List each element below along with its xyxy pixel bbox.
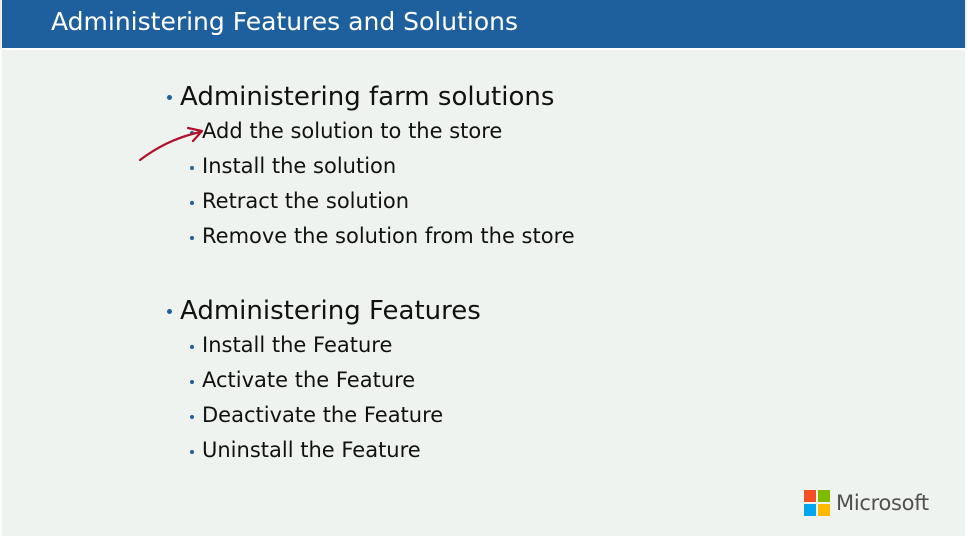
list-item: Activate the Feature bbox=[164, 363, 575, 398]
bullet-heading: Administering Features bbox=[164, 294, 575, 328]
title-bar: Administering Features and Solutions bbox=[2, 0, 965, 50]
logo-text: Microsoft bbox=[836, 491, 929, 515]
bullet-dot bbox=[167, 309, 172, 314]
slide-title: Administering Features and Solutions bbox=[51, 7, 519, 36]
microsoft-logo: Microsoft bbox=[804, 490, 929, 516]
bullet-list: Administering farm solutions Add the sol… bbox=[164, 80, 575, 468]
section-features: Administering Features Install the Featu… bbox=[164, 294, 575, 468]
bullet-heading-text: Administering Features bbox=[180, 296, 481, 326]
bullet-dot bbox=[190, 380, 194, 384]
list-item-text: Retract the solution bbox=[202, 189, 410, 213]
bullet-dot bbox=[190, 236, 194, 240]
list-item: Remove the solution from the store bbox=[164, 219, 575, 254]
bullet-dot bbox=[190, 450, 194, 454]
list-item-text: Activate the Feature bbox=[202, 368, 416, 392]
list-item-text: Install the solution bbox=[202, 154, 397, 178]
section-farm-solutions: Administering farm solutions Add the sol… bbox=[164, 80, 575, 254]
list-item: Uninstall the Feature bbox=[164, 433, 575, 468]
list-item-text: Install the Feature bbox=[202, 333, 393, 357]
list-item: Retract the solution bbox=[164, 184, 575, 219]
slide: Administering Features and Solutions Adm… bbox=[0, 0, 967, 536]
microsoft-logo-icon bbox=[804, 490, 830, 516]
slide-edge-left bbox=[0, 50, 2, 536]
hand-drawn-arrow-icon bbox=[138, 126, 204, 162]
bullet-dot bbox=[190, 345, 194, 349]
list-item: Install the solution bbox=[164, 149, 575, 184]
bullet-heading: Administering farm solutions bbox=[164, 80, 575, 114]
list-item-text: Uninstall the Feature bbox=[202, 438, 421, 462]
list-item-text: Remove the solution from the store bbox=[202, 224, 575, 248]
list-item: Add the solution to the store bbox=[164, 114, 575, 149]
bullet-heading-text: Administering farm solutions bbox=[180, 82, 555, 112]
list-item-text: Deactivate the Feature bbox=[202, 403, 444, 427]
list-item-text: Add the solution to the store bbox=[202, 119, 503, 143]
bullet-dot bbox=[190, 415, 194, 419]
bullet-dot bbox=[190, 166, 194, 170]
list-item: Deactivate the Feature bbox=[164, 398, 575, 433]
bullet-dot bbox=[190, 201, 194, 205]
list-item: Install the Feature bbox=[164, 328, 575, 363]
bullet-dot bbox=[167, 95, 172, 100]
